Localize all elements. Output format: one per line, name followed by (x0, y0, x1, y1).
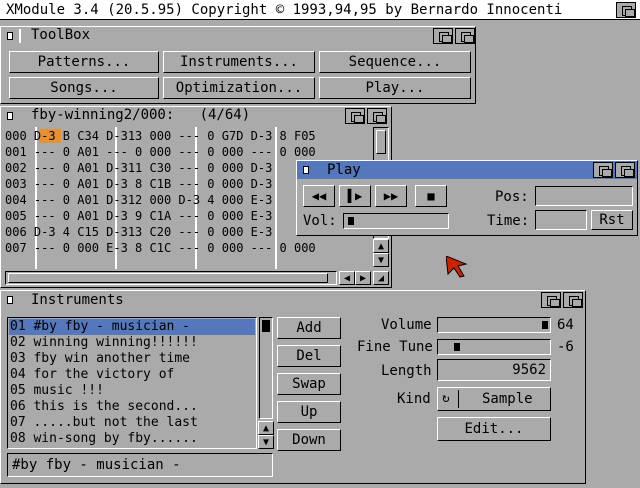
pattern-scroll-left-icon[interactable]: ◀ (339, 271, 355, 285)
down-button[interactable]: Down (277, 429, 341, 451)
finetune-value: -6 (557, 339, 574, 355)
volume-slider[interactable] (437, 317, 551, 333)
toolbox-zoom-gadget[interactable] (433, 28, 453, 44)
list-item[interactable]: 02 winning winning!!!!!! (8, 335, 198, 351)
instruments-title: Instruments (31, 292, 124, 308)
title-divider (19, 29, 21, 43)
screen-title: XModule 3.4 (20.5.95) Copyright © 1993,9… (6, 2, 563, 18)
volume-label: Volume (381, 317, 432, 333)
instruments-depth-gadget[interactable] (563, 292, 583, 308)
finetune-label: Fine Tune (357, 339, 433, 355)
list-item[interactable]: 07 .....but not the last (8, 415, 198, 431)
volume-value: 64 (557, 317, 574, 333)
pattern-row: 004 --- 0 A01 D-312 000 D-3 4 000 E-3 (5, 193, 273, 207)
toolbox-window: ToolBox Patterns... Instruments... Seque… (0, 26, 476, 104)
toolbox-depth-gadget[interactable] (455, 28, 475, 44)
list-item[interactable]: 04 for the victory of (8, 367, 174, 383)
pattern-row: 003 --- 0 A01 D-3 8 C1B --- 0 000 D-3 (5, 177, 273, 191)
time-display (535, 210, 587, 230)
instrument-name-value: #by fby - musician - (12, 457, 181, 473)
volume-slider-knob[interactable] (542, 321, 548, 329)
pattern-depth-gadget[interactable] (367, 108, 387, 124)
pattern-row: 000 D-3 B C34 D-313 000 --- 0 G7D D-3 8 … (5, 129, 316, 143)
pattern-scroll-up-icon[interactable]: ▲ (373, 239, 389, 253)
fast-forward-icon: ▶▶ (383, 189, 399, 203)
instrument-list-scroll-knob[interactable] (262, 320, 270, 332)
add-button[interactable]: Add (277, 317, 341, 339)
kind-cycle[interactable]: ↻ Sample (437, 387, 551, 411)
pattern-vscroll-knob[interactable] (376, 130, 386, 154)
mouse-pointer-icon (446, 256, 468, 278)
fast-forward-button[interactable]: ▶▶ (375, 185, 407, 207)
vol-slider[interactable] (343, 213, 449, 229)
play-title: Play (327, 162, 361, 178)
pos-label: Pos: (495, 189, 529, 205)
list-item[interactable]: 05 music !!! (8, 383, 104, 399)
up-button[interactable]: Up (277, 401, 341, 423)
instrument-list-scroll[interactable] (259, 317, 273, 419)
cycle-divider (458, 390, 459, 408)
toolbox-title: ToolBox (31, 27, 91, 43)
pattern-hscroll[interactable] (5, 271, 337, 285)
instrument-scroll-up-icon[interactable]: ▲ (258, 421, 274, 435)
optimization-button[interactable]: Optimization... (163, 77, 315, 99)
sequence-button[interactable]: Sequence... (319, 51, 471, 73)
list-item[interactable]: 06 this is the second... (8, 399, 198, 415)
instrument-name-field[interactable]: #by fby - musician - (7, 453, 273, 477)
pattern-zoom-gadget[interactable] (345, 108, 365, 124)
list-item[interactable]: 01 #by fby - musician - (8, 319, 190, 335)
instruments-zoom-gadget[interactable] (541, 292, 561, 308)
pattern-title: fby-winning2/000: (4/64) (31, 107, 251, 123)
play-icon: ▌▶ (347, 189, 363, 203)
play-depth-gadget[interactable] (615, 162, 635, 178)
length-value: 9562 (512, 362, 546, 378)
kind-value: Sample (482, 391, 533, 407)
edit-button[interactable]: Edit... (437, 417, 551, 441)
instrument-list[interactable]: 01 #by fby - musician - 02 winning winni… (7, 317, 257, 449)
list-item[interactable]: 08 win-song by fby...... (8, 431, 198, 447)
length-label: Length (381, 363, 432, 379)
play-window: Play ◀◀ ▌▶ ▶▶ ■ Vol: Pos: Time: Rst (296, 160, 638, 236)
rst-button[interactable]: Rst (591, 210, 633, 230)
pattern-row: 007 --- 0 000 E-3 8 C1C --- 0 000 --- 0 … (5, 241, 316, 255)
rewind-icon: ◀◀ (311, 189, 327, 203)
pos-display (535, 186, 633, 206)
pattern-scroll-down-icon[interactable]: ▼ (373, 253, 389, 267)
vol-slider-knob[interactable] (348, 217, 354, 225)
pattern-row: 005 --- 0 A01 D-3 9 C1A --- 0 000 E-3 (5, 209, 273, 223)
instruments-window: Instruments 01 #by fby - musician - 02 w… (0, 290, 586, 484)
songs-button[interactable]: Songs... (9, 77, 159, 99)
pattern-close-icon[interactable] (3, 108, 17, 124)
pattern-scroll-right-icon[interactable]: ▶ (355, 271, 371, 285)
kind-label: Kind (397, 391, 431, 407)
rewind-button[interactable]: ◀◀ (303, 185, 335, 207)
cycle-icon: ↻ (442, 391, 450, 406)
vol-label: Vol: (303, 213, 337, 229)
instruments-close-icon[interactable] (3, 292, 17, 308)
finetune-slider[interactable] (437, 339, 551, 355)
pattern-resize-icon[interactable]: ◢ (373, 271, 389, 285)
list-item[interactable]: 03 fby win another time (8, 351, 190, 367)
stop-icon: ■ (427, 189, 435, 203)
screen-title-bar: XModule 3.4 (20.5.95) Copyright © 1993,9… (0, 0, 640, 20)
play-button[interactable]: Play... (319, 77, 471, 99)
pattern-row: 001 --- 0 A01 --- 0 000 --- 0 000 --- 0 … (5, 145, 316, 159)
stop-button[interactable]: ■ (415, 185, 447, 207)
play-pause-button[interactable]: ▌▶ (339, 185, 371, 207)
pattern-row: 006 D-3 4 C15 D-313 C20 --- 0 000 E-3 (5, 225, 273, 239)
length-field[interactable]: 9562 (437, 359, 551, 381)
time-label: Time: (487, 213, 530, 229)
play-zoom-gadget[interactable] (593, 162, 613, 178)
patterns-button[interactable]: Patterns... (9, 51, 159, 73)
swap-button[interactable]: Swap (277, 373, 341, 395)
instrument-scroll-down-icon[interactable]: ▼ (258, 435, 274, 449)
toolbox-close-icon[interactable] (3, 28, 17, 44)
del-button[interactable]: Del (277, 345, 341, 367)
finetune-slider-knob[interactable] (454, 343, 460, 351)
play-close-icon[interactable] (299, 162, 313, 178)
pattern-row: 002 --- 0 A01 D-311 C30 --- 0 000 D-3 (5, 161, 273, 175)
screen-depth-gadget[interactable] (616, 2, 636, 18)
instruments-button[interactable]: Instruments... (163, 51, 315, 73)
pattern-hscroll-knob[interactable] (8, 273, 328, 283)
